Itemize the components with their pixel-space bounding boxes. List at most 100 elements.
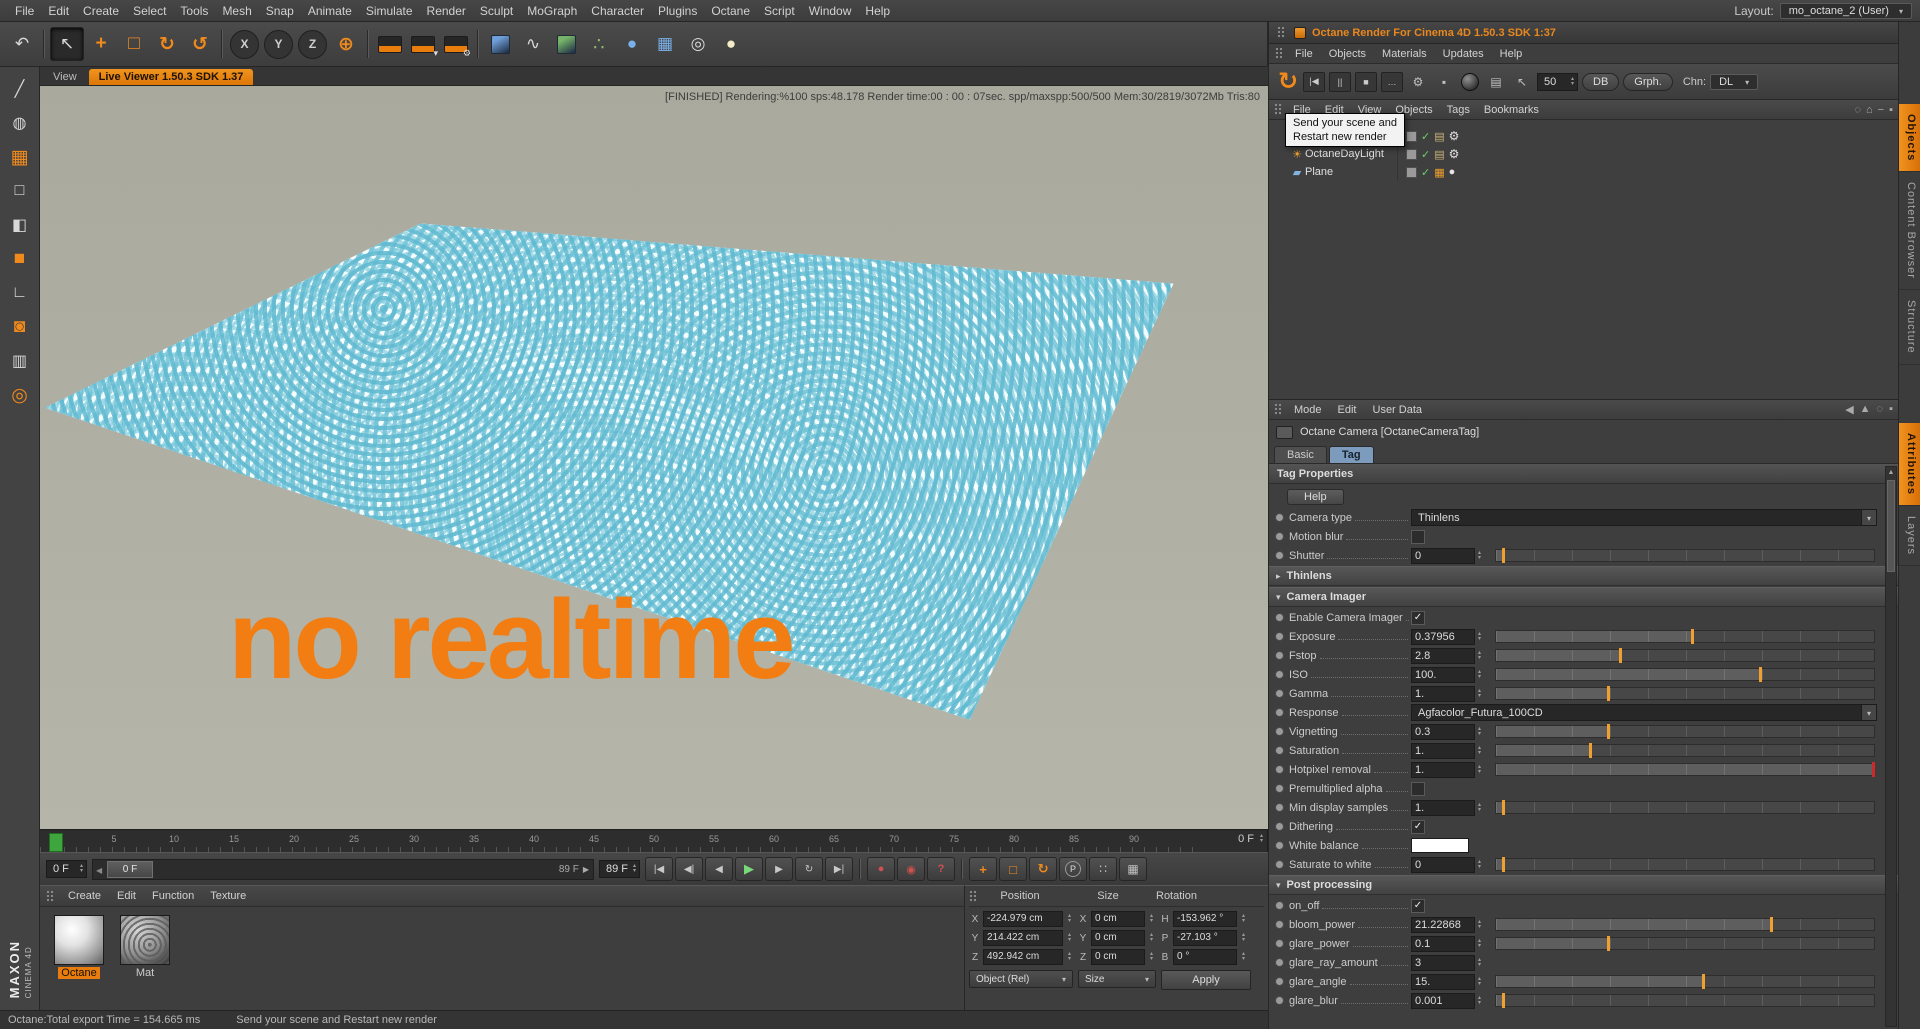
render-picture-viewer-button[interactable]: ▾ [407,28,439,60]
last-used-tool[interactable]: ↺ [184,28,216,60]
next-frame-button[interactable]: ▶ [765,857,794,881]
visibility-toggle[interactable] [1406,166,1417,178]
undo-icon[interactable]: ↶ [6,28,38,60]
material-octane[interactable]: Octane [52,915,106,979]
settings-gear-icon[interactable]: ⚙ [1407,71,1429,93]
object-mode-dropdown[interactable]: Object (Rel) [969,970,1073,988]
db-button[interactable]: DB [1582,72,1620,91]
panel-grip[interactable] [969,889,977,903]
record-keyframe-button[interactable]: ● [867,857,896,881]
samples-spinbox[interactable]: 50 [1537,72,1579,91]
panel-tab-objects[interactable]: Objects [1899,104,1920,173]
panel-tab-layers[interactable]: Layers [1899,506,1920,566]
panel-grip[interactable] [1274,403,1282,416]
glare-blur-field[interactable]: 0.001 [1411,992,1475,1009]
scrollbar[interactable]: ▲ [1885,466,1897,1027]
apply-button[interactable]: Apply [1161,970,1251,990]
value-spinner[interactable] [1478,670,1481,680]
animation-dot[interactable] [1275,551,1284,560]
timeline-ruler[interactable]: 051015202530354045505560657075808590 0 F [40,829,1268,852]
glare-blur-slider[interactable] [1495,993,1876,1008]
motion-blur-checkbox[interactable] [1411,529,1425,544]
animation-dot[interactable] [1275,765,1284,774]
send-restart-render-button[interactable]: ↻ [1277,68,1299,95]
help-button[interactable]: Help [1287,489,1344,505]
spin-down-icon[interactable] [633,869,636,874]
value-spinner[interactable] [1478,727,1481,737]
spin-down-icon[interactable] [1478,556,1481,561]
pause-button[interactable]: || [1329,71,1351,92]
spin-down-icon[interactable] [1242,938,1249,943]
attr-menu-mode[interactable]: Mode [1287,402,1329,418]
spin-down-icon[interactable] [1150,957,1157,962]
value-spinner[interactable] [1478,860,1481,870]
menu-plugins[interactable]: Plugins [651,2,704,20]
lock-icon[interactable]: ▪ [1433,71,1455,93]
animation-dot[interactable] [1275,670,1284,679]
frame-spinner[interactable] [1260,834,1263,844]
on-off-checkbox[interactable]: ✓ [1411,898,1425,913]
autokey-button[interactable]: ◉ [897,857,926,881]
search-icon[interactable]: ◌ [1854,104,1861,116]
spin-down-icon[interactable] [1478,925,1481,930]
spin-down-icon[interactable] [1478,770,1481,775]
tab-tag[interactable]: Tag [1328,446,1374,463]
saturation-slider[interactable] [1495,743,1876,758]
fstop-slider[interactable] [1495,648,1876,663]
premultiplied-alpha-checkbox[interactable] [1411,781,1425,796]
menu-octane[interactable]: Octane [704,2,757,20]
animation-dot[interactable] [1275,632,1284,641]
iso-field[interactable]: 100. [1411,666,1475,683]
timeline-window-button[interactable]: ▦ [1119,857,1148,881]
spin-down-icon[interactable] [1068,957,1075,962]
animation-dot[interactable] [1275,651,1284,660]
animation-dot[interactable] [1275,860,1284,869]
animation-dot[interactable] [1275,803,1284,812]
octane-menu-help[interactable]: Help [1493,46,1530,62]
axis-mode-icon[interactable]: ∟ [5,279,35,307]
animation-dot[interactable] [1275,920,1284,929]
camera-button[interactable]: ◎ [682,28,714,60]
shutter-field[interactable]: 0 [1411,547,1475,564]
hotpixel-removal-slider[interactable] [1495,762,1876,777]
key-position-button[interactable]: + [969,857,998,881]
min-display-samples-slider[interactable] [1495,800,1876,815]
goto-start-button[interactable]: |◀ [645,857,674,881]
animation-dot[interactable] [1275,727,1284,736]
paint-bucket-icon[interactable]: ◙ [5,313,35,341]
tab-basic[interactable]: Basic [1274,446,1327,463]
mograph-button[interactable]: ∴ [583,28,615,60]
current-frame-marker[interactable] [49,833,63,852]
value-spinner[interactable] [1478,958,1481,968]
value-spinner[interactable] [1150,914,1157,924]
spin-down-icon[interactable] [1478,732,1481,737]
spin-down-icon[interactable] [1478,1001,1481,1006]
x-axis-lock[interactable]: X [230,29,259,59]
spin-down-icon[interactable] [1242,919,1249,924]
menu-character[interactable]: Character [584,2,651,20]
animation-dot[interactable] [1275,901,1284,910]
bloom-power-slider[interactable] [1495,917,1876,932]
enabled-check-icon[interactable]: ✓ [1421,148,1430,161]
value-spinner[interactable] [1478,651,1481,661]
live-selection-tool[interactable]: ↖ [50,27,84,61]
menu-render[interactable]: Render [420,2,473,20]
home-icon[interactable]: ⌂ [1866,104,1873,116]
lock-icon[interactable]: ▪ [1889,403,1893,416]
value-spinner[interactable] [1478,765,1481,775]
pen-tool-icon[interactable]: ╱ [5,75,35,103]
coord-size-z-field[interactable]: 0 cm [1091,949,1145,965]
animation-dot[interactable] [1275,822,1284,831]
saturate-to-white-field[interactable]: 0 [1411,856,1475,873]
size-mode-dropdown[interactable]: Size [1078,970,1156,988]
value-spinner[interactable] [1068,933,1075,943]
value-spinner[interactable] [1478,939,1481,949]
film-tag-icon[interactable]: ▤ [1434,130,1444,143]
spin-down-icon[interactable] [1478,963,1481,968]
edges-mode-icon[interactable]: ◧ [5,211,35,239]
move-tool[interactable]: + [85,28,117,60]
om-menu-tags[interactable]: Tags [1441,102,1476,118]
goto-end-button[interactable]: ▶| [825,857,854,881]
points-mode-icon[interactable]: □ [5,177,35,205]
enabled-check-icon[interactable]: ✓ [1421,166,1430,179]
